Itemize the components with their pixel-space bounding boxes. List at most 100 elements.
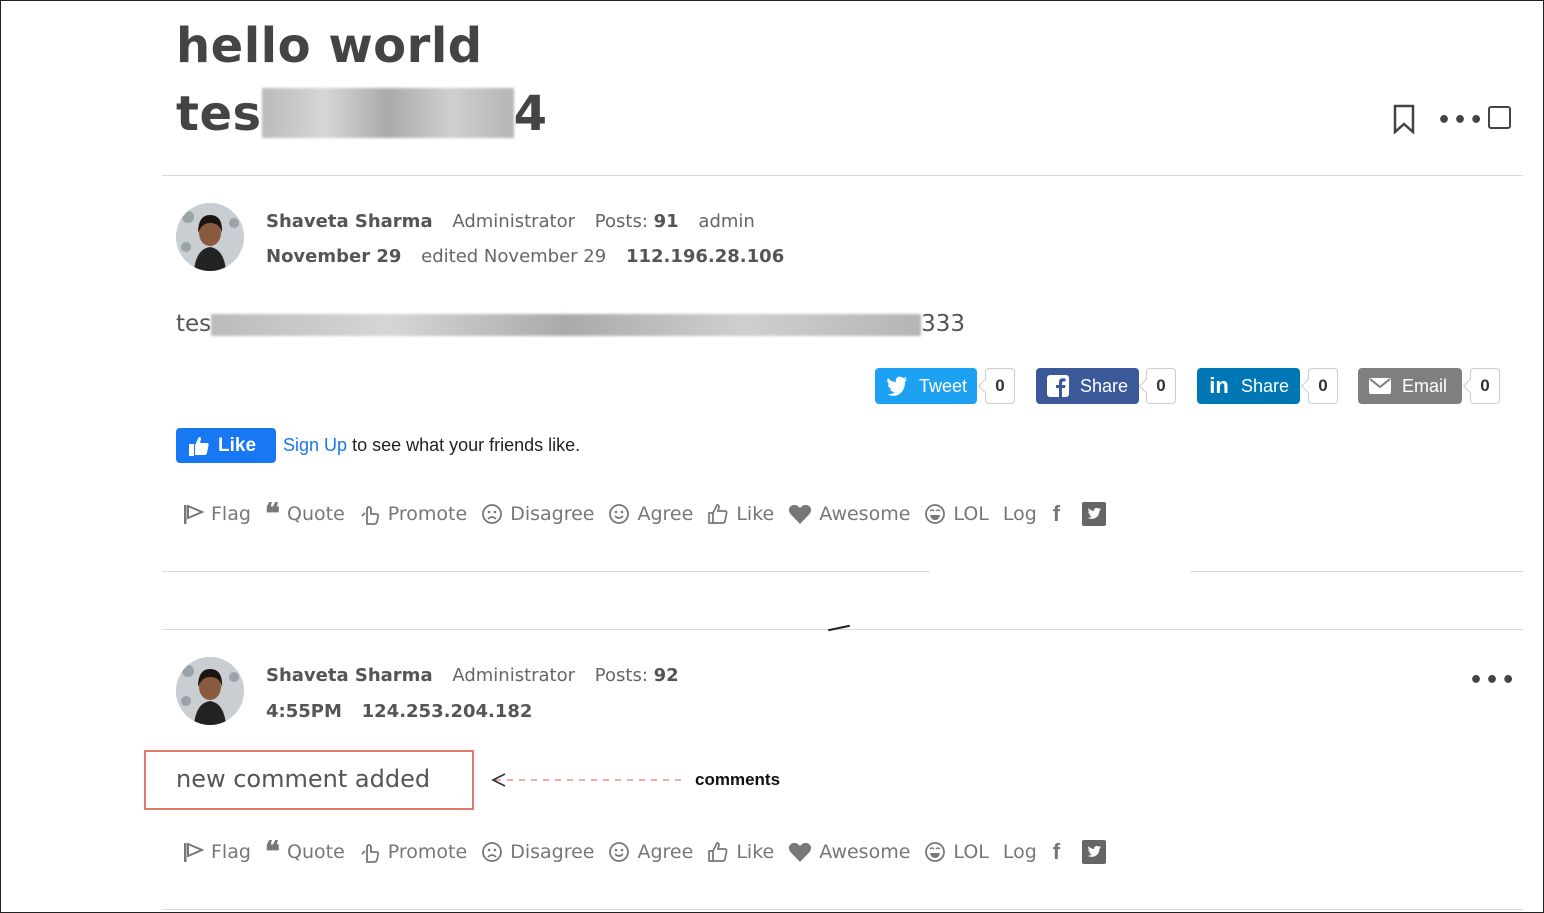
awesome-label: Awesome: [819, 503, 911, 525]
comment-time[interactable]: 4:55PM: [266, 701, 342, 722]
smile-icon: [609, 504, 630, 524]
promote-icon: [361, 844, 379, 863]
quote-button[interactable]: ❝ Quote: [264, 835, 345, 868]
disagree-button[interactable]: Disagree: [481, 503, 594, 525]
divider: [162, 175, 1523, 176]
comment-posts-label: Posts:: [594, 665, 648, 686]
post-edited: edited November 29: [421, 246, 607, 267]
quote-icon: ❝: [264, 835, 280, 868]
sad-face-icon: [482, 504, 503, 524]
awesome-button[interactable]: Awesome: [788, 503, 910, 525]
facebook-share-count: 0: [1146, 368, 1176, 404]
flag-button[interactable]: Flag: [182, 841, 251, 863]
sad-face-icon: [482, 842, 503, 862]
lol-label: LOL: [953, 503, 989, 525]
tweet-button[interactable]: Tweet: [875, 368, 977, 404]
email-share-button[interactable]: Email: [1358, 368, 1462, 404]
post-date[interactable]: November 29: [266, 246, 401, 267]
comment-author-name[interactable]: Shaveta Sharma: [266, 665, 433, 686]
posts-count: 91: [653, 211, 679, 232]
divider: [162, 909, 1523, 910]
twitter-square-icon[interactable]: [1082, 502, 1113, 526]
facebook-f-icon[interactable]: f: [1053, 839, 1060, 865]
comment-posts-count: 92: [653, 665, 679, 686]
author-extra-role: admin: [698, 211, 755, 232]
heart-icon: [789, 504, 812, 524]
thumbs-up-outline-icon: [708, 842, 728, 862]
disagree-button[interactable]: Disagree: [481, 841, 594, 863]
email-share-label: Email: [1402, 375, 1448, 396]
quote-button[interactable]: ❝ Quote: [264, 497, 345, 530]
like-button[interactable]: Like: [707, 841, 774, 863]
checkbox-icon[interactable]: [1488, 106, 1511, 129]
linkedin-share-button[interactable]: in Share: [1197, 368, 1300, 404]
facebook-f-icon[interactable]: f: [1053, 501, 1060, 527]
promote-button[interactable]: Promote: [359, 502, 467, 526]
twitter-square-icon[interactable]: [1082, 840, 1113, 864]
quote-label: Quote: [287, 841, 345, 863]
post-reactions-bar: Flag ❝ Quote Promote Disagree Agree Like…: [182, 500, 1127, 528]
avatar[interactable]: [176, 203, 244, 271]
flag-label: Flag: [211, 503, 251, 525]
more-options-icon[interactable]: •••: [1437, 108, 1485, 133]
log-button[interactable]: Log: [1003, 841, 1037, 863]
comment-options-icon[interactable]: •••: [1469, 668, 1517, 693]
awesome-label: Awesome: [819, 841, 911, 863]
discussion-title-line1: hello world: [176, 18, 483, 74]
annotation-label: comments: [695, 770, 781, 789]
like-button[interactable]: Like: [707, 503, 774, 525]
comment-avatar[interactable]: [176, 657, 244, 725]
comment-ip: 124.253.204.182: [361, 701, 533, 722]
lol-button[interactable]: LOL: [924, 503, 989, 525]
envelope-icon: [1368, 374, 1392, 398]
title-visible-end: 4: [513, 86, 548, 142]
like-label: Like: [736, 503, 775, 525]
author-role: Administrator: [452, 211, 576, 232]
redacted-body-block: [211, 313, 922, 336]
post-body-end: 333: [921, 311, 966, 337]
flag-label: Flag: [211, 841, 251, 863]
divider: [162, 629, 1523, 630]
twitter-icon: [885, 374, 909, 398]
flag-button[interactable]: Flag: [182, 503, 251, 525]
agree-button[interactable]: Agree: [608, 841, 693, 863]
promote-button[interactable]: Promote: [359, 840, 467, 864]
post-meta-line2: November 29 edited November 29 112.196.2…: [266, 246, 784, 267]
facebook-share-button[interactable]: Share: [1036, 368, 1139, 404]
facebook-signup-link[interactable]: Sign Up: [283, 435, 347, 455]
linkedin-share-label: Share: [1241, 375, 1290, 396]
disagree-label: Disagree: [510, 503, 595, 525]
promote-label: Promote: [387, 503, 468, 525]
lol-label: LOL: [953, 841, 989, 863]
facebook-share-label: Share: [1080, 375, 1129, 396]
comment-author-role: Administrator: [452, 665, 576, 686]
thumbs-up-icon: [188, 435, 210, 457]
quote-icon: ❝: [264, 497, 280, 530]
divider: [162, 571, 930, 572]
agree-button[interactable]: Agree: [608, 503, 693, 525]
tweet-label: Tweet: [919, 375, 968, 396]
linkedin-share-count: 0: [1308, 368, 1338, 404]
quote-label: Quote: [287, 503, 345, 525]
awesome-button[interactable]: Awesome: [788, 841, 910, 863]
post-meta-line1: Shaveta Sharma Administrator Posts: 91 a…: [266, 211, 755, 232]
laugh-icon: [925, 842, 946, 862]
promote-icon: [361, 506, 379, 525]
log-button[interactable]: Log: [1003, 503, 1037, 525]
bookmark-icon[interactable]: [1392, 104, 1416, 138]
flag-icon: [184, 504, 204, 524]
agree-label: Agree: [637, 503, 694, 525]
lol-button[interactable]: LOL: [924, 841, 989, 863]
facebook-like-button[interactable]: Like: [176, 428, 276, 463]
comment-meta-line2: 4:55PM 124.253.204.182: [266, 701, 532, 722]
promote-label: Promote: [387, 841, 468, 863]
author-name[interactable]: Shaveta Sharma: [266, 211, 433, 232]
post-body: tes 333: [176, 311, 965, 337]
laugh-icon: [925, 504, 946, 524]
heart-icon: [789, 842, 812, 862]
discussion-title-line2: tes 4: [176, 88, 547, 138]
disagree-label: Disagree: [510, 841, 595, 863]
comment-reactions-bar: Flag ❝ Quote Promote Disagree Agree Like…: [182, 838, 1127, 866]
flag-icon: [184, 842, 204, 862]
post-body-start: tes: [176, 311, 212, 337]
